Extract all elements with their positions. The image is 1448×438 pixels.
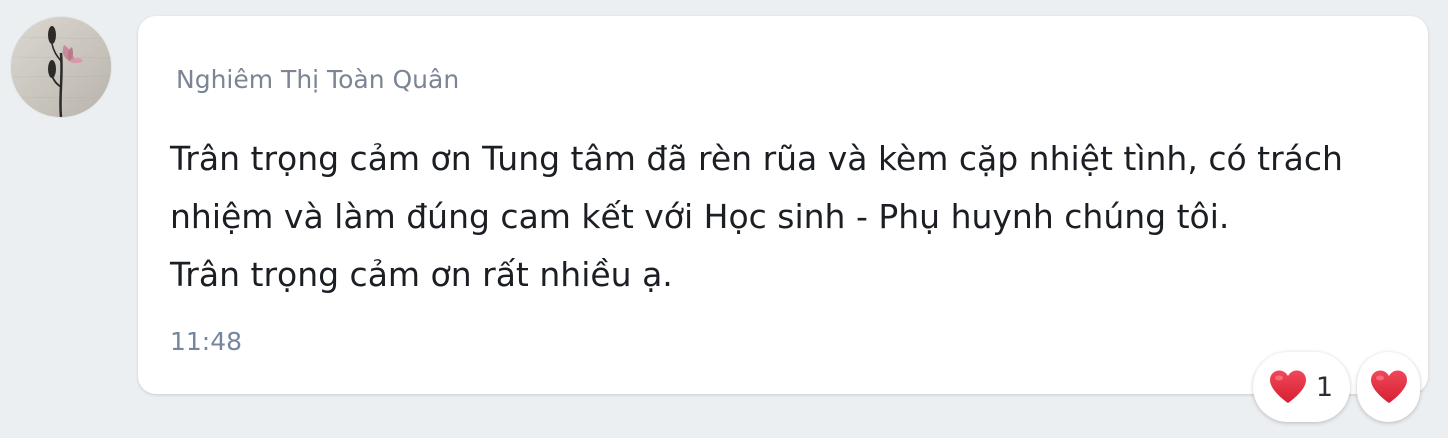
message-text: Trân trọng cảm ơn Tung tâm đã rèn rũa và… [170,130,1410,304]
add-heart-reaction-button[interactable] [1357,352,1420,422]
message-line: Trân trọng cảm ơn rất nhiều ạ. [170,255,673,294]
sender-name: Nghiêm Thị Toàn Quân [176,65,460,94]
heart-reaction-count: 1 [1315,371,1334,403]
message-bubble[interactable]: Nghiêm Thị Toàn Quân Trân trọng cảm ơn T… [138,16,1428,394]
heart-reaction-button[interactable]: 1 [1253,352,1350,422]
lotus-flower-avatar-icon [11,17,111,117]
heart-icon [1269,370,1306,403]
message-timestamp: 11:48 [170,327,243,356]
message-line: Trân trọng cảm ơn Tung tâm đã rèn rũa và… [170,139,1343,178]
avatar[interactable] [11,17,111,117]
message-line: nhiệm và làm đúng cam kết với Học sinh -… [170,197,1230,236]
heart-icon [1370,370,1407,403]
